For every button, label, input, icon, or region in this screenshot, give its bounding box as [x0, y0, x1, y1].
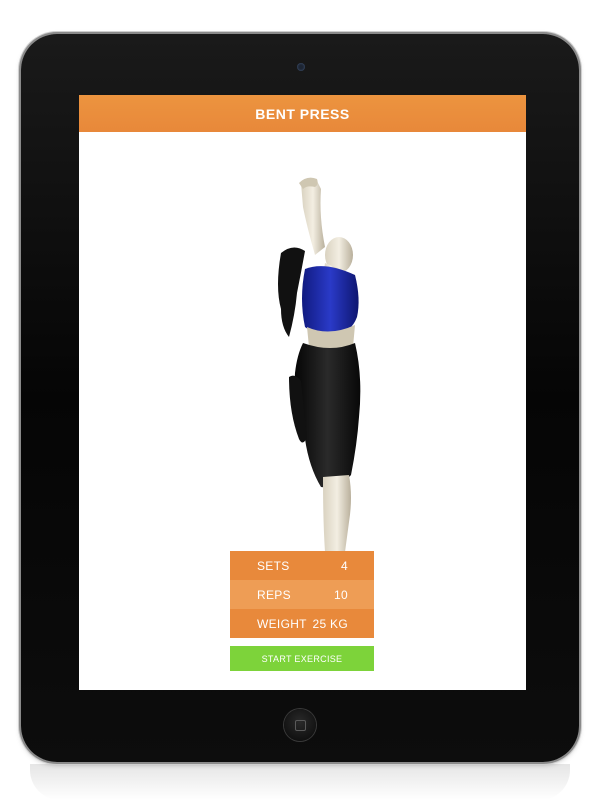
home-button-icon[interactable]: [284, 709, 316, 741]
stat-label-sets: SETS: [257, 558, 290, 573]
stat-row-sets: SETS 4: [230, 551, 374, 580]
front-camera-icon: [297, 63, 305, 71]
start-exercise-button[interactable]: START EXERCISE: [230, 646, 374, 671]
stat-row-weight: WEIGHT 25 KG: [230, 609, 374, 638]
page-title: BENT PRESS: [255, 105, 350, 122]
app-screen: BENT PRESS SETS 4 REPS 10 WEIGHT 25 KG S…: [79, 95, 526, 690]
stat-value-weight: 25 KG: [312, 616, 348, 631]
stat-row-reps: REPS 10: [230, 580, 374, 609]
title-bar: BENT PRESS: [79, 95, 526, 132]
stat-value-reps: 10: [334, 587, 348, 602]
device-reflection: [30, 764, 570, 800]
exercise-stats-panel: SETS 4 REPS 10 WEIGHT 25 KG: [230, 551, 374, 638]
stat-label-reps: REPS: [257, 587, 291, 602]
stat-label-weight: WEIGHT: [257, 616, 307, 631]
stat-value-sets: 4: [341, 558, 348, 573]
exercise-figure-illustration: [278, 177, 361, 552]
